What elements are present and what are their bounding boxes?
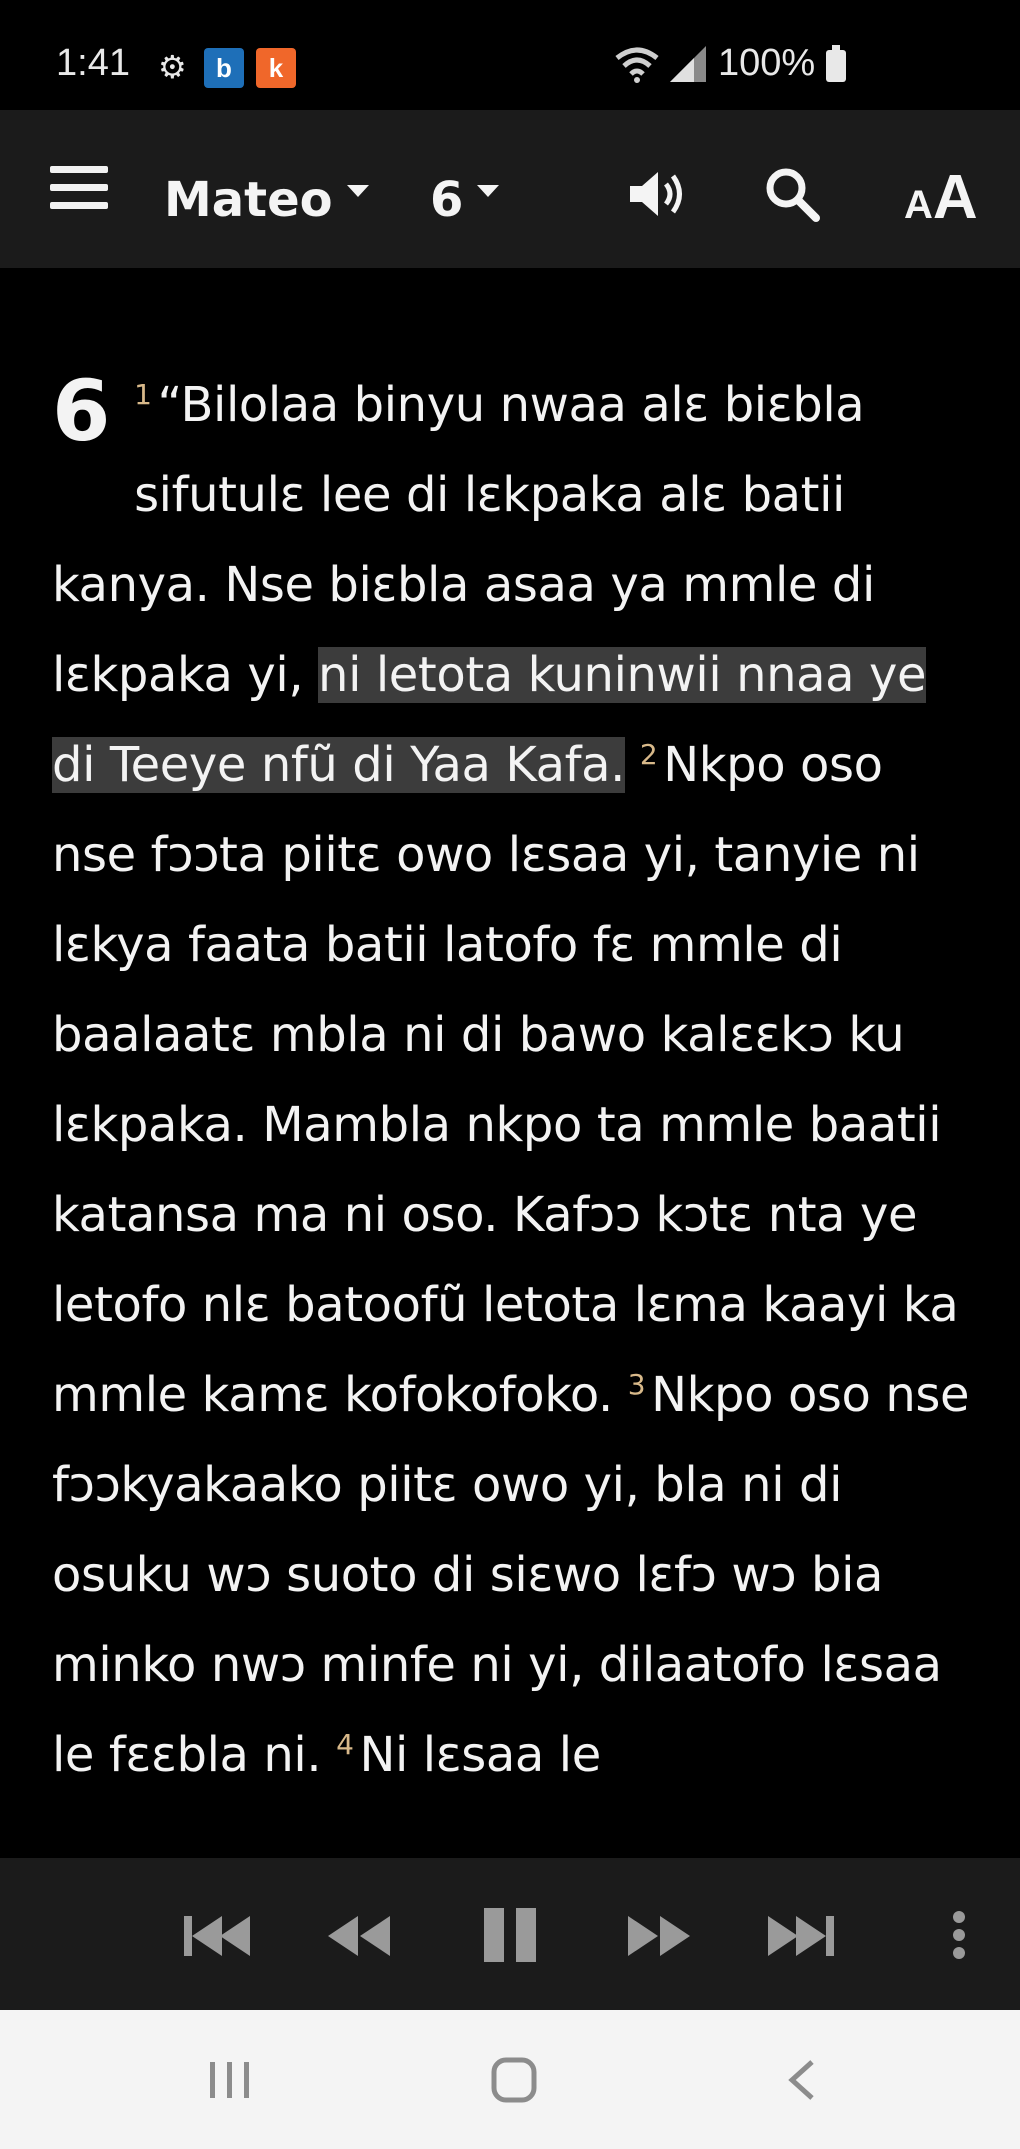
app-notification-icon-2: k — [256, 48, 296, 88]
verse-number[interactable]: 4 — [336, 1728, 354, 1761]
signal-icon — [670, 46, 706, 82]
back-icon[interactable] — [784, 2058, 818, 2102]
verse-text — [625, 737, 640, 793]
audio-player — [0, 1858, 1020, 2010]
search-icon[interactable] — [764, 166, 820, 222]
status-bar: 1:41 ⚙ b k 100% — [0, 0, 1020, 110]
fast-forward-icon[interactable] — [626, 1914, 692, 1958]
app-notification-icon: b — [204, 48, 244, 88]
settings-gear-icon: ⚙ — [158, 48, 187, 86]
verse-number[interactable]: 1 — [134, 378, 152, 411]
book-name: Mateo — [164, 172, 333, 228]
chapter-selector[interactable]: 6 — [430, 172, 500, 228]
menu-icon[interactable] — [50, 166, 108, 210]
recent-apps-icon[interactable] — [208, 2060, 252, 2100]
chevron-down-icon — [477, 185, 500, 197]
chapter-text: 6 1 “Bilolaa binyu nwaa alɛ biɛbla sifutu… — [52, 360, 980, 1800]
verse-text[interactable]: Nkpo oso nse fɔɔkyakaako piitɛ owo yi, b… — [52, 1367, 970, 1783]
chapter-name: 6 — [430, 172, 464, 228]
book-selector[interactable]: Mateo — [164, 172, 369, 228]
reader-toolbar: Mateo 6 AA — [0, 110, 1020, 268]
chapter-number: 6 — [52, 362, 111, 460]
battery-icon — [826, 45, 846, 82]
verse-text[interactable]: Nkpo oso nse fɔɔta piitɛ owo lɛsaa yi, t… — [52, 737, 959, 1423]
more-options-icon[interactable] — [952, 1910, 966, 1960]
verse-text[interactable]: Ni lɛsaa le — [360, 1727, 602, 1783]
wifi-icon — [615, 47, 659, 83]
skip-next-icon[interactable] — [766, 1914, 836, 1958]
system-navigation-bar — [0, 2010, 1020, 2149]
home-icon[interactable] — [490, 2056, 538, 2104]
verse-number[interactable]: 3 — [628, 1368, 646, 1401]
battery-percent: 100% — [718, 42, 816, 84]
skip-previous-icon[interactable] — [182, 1914, 252, 1958]
font-size-icon[interactable]: AA — [904, 162, 978, 233]
scripture-reader[interactable]: 6 1 “Bilolaa binyu nwaa alɛ biɛbla sifutu… — [0, 268, 1020, 1858]
speaker-icon[interactable] — [628, 168, 688, 220]
rewind-icon[interactable] — [326, 1914, 392, 1958]
chevron-down-icon — [346, 185, 369, 197]
verse-number[interactable]: 2 — [640, 738, 658, 771]
pause-icon[interactable] — [482, 1906, 538, 1964]
status-time: 1:41 — [56, 42, 130, 84]
